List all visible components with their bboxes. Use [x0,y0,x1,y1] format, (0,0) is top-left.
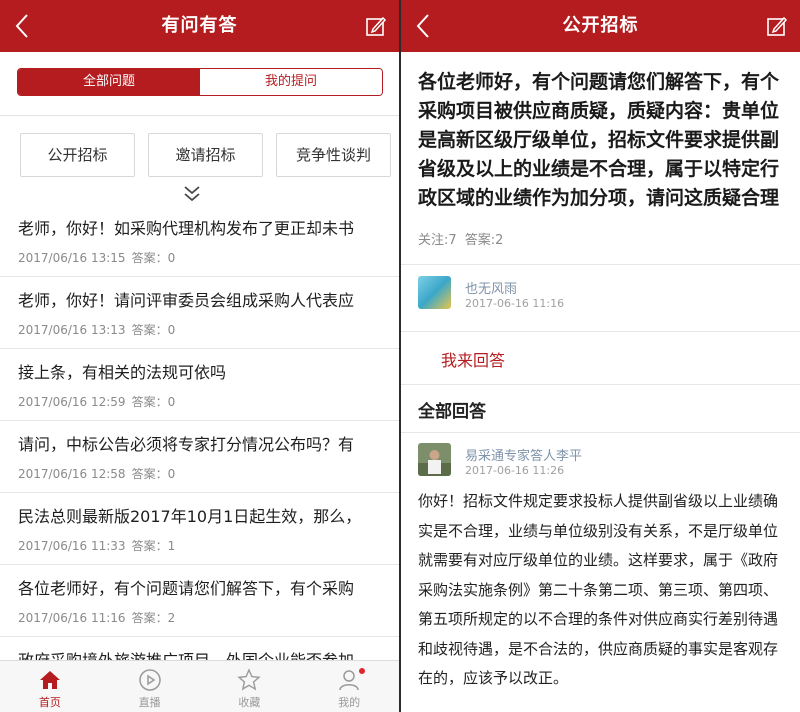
tab-label: 收藏 [238,696,261,709]
question-answers: 答案：0 [131,467,176,481]
question-answers: 答案：0 [131,251,176,265]
question-item[interactable]: 接上条，有相关的法规可依吗 2017/06/16 12:59 答案：0 [0,349,399,421]
question-title: 民法总则最新版2017年10月1日起生效，那么， [18,507,362,526]
tab-label: 我的 [338,696,361,709]
question-meta: 2017/06/16 13:15 答案：0 [18,249,399,266]
question-title: 各位老师好，有个问题请您们解答下，有个采购 [18,579,355,598]
answerer-date: 2017-06-16 11:26 [465,464,565,477]
expand-chevron-icon[interactable] [181,184,203,204]
tab-mine[interactable]: 我的 [299,661,399,712]
star-icon [237,668,262,691]
tab-live[interactable]: 直播 [100,661,200,712]
category-invited-tender-button[interactable]: 邀请招标 [148,133,263,177]
question-stats: 关注:7 答案:2 [418,229,507,248]
segment-bar: 全部问题 我的提问 [0,52,399,116]
question-answers: 答案：0 [131,395,176,409]
question-date: 2017/06/16 11:33 [18,539,126,553]
tab-my-questions[interactable]: 我的提问 [200,69,382,95]
compose-icon[interactable] [365,15,387,37]
follow-count: 关注:7 [418,233,457,248]
category-public-tender-button[interactable]: 公开招标 [20,133,135,177]
question-meta: 2017/06/16 12:59 答案：0 [18,393,399,410]
question-date: 2017/06/16 13:13 [18,323,126,337]
answerer-name[interactable]: 易采通专家答人李平 [465,445,582,464]
question-title: 老师，你好！请问评审委员会组成采购人代表应 [18,291,355,310]
question-item[interactable]: 请问，中标公告必须将专家打分情况公布吗？有 2017/06/16 12:58 答案… [0,421,399,493]
question-item[interactable]: 民法总则最新版2017年10月1日起生效，那么， 2017/06/16 11:3… [0,493,399,565]
question-date: 2017/06/16 12:59 [18,395,126,409]
notification-dot [359,668,366,674]
all-answers-heading: 全部回答 [418,402,486,422]
question-meta: 2017/06/16 11:33 答案：1 [18,537,399,554]
question-date: 2017/06/16 11:16 [18,611,126,625]
asker-name[interactable]: 也无风雨 [465,278,517,297]
answer-count: 答案:2 [464,233,504,248]
question-answers: 答案：1 [131,539,176,553]
answer-text: 你好！招标文件规定要求投标人提供副省级以上业绩确实是不合理，业绩与单位级别没有关… [418,492,779,687]
question-date: 2017/06/16 13:15 [18,251,126,265]
home-icon [39,671,60,689]
question-list: 老师，你好！如采购代理机构发布了更正却未书 2017/06/16 13:15 答案… [0,205,399,709]
page-title: 公开招标 [562,15,639,36]
divider [401,331,800,332]
question-answers: 答案：2 [131,611,176,625]
question-detail-screen: 公开招标 各位老师好，有个问题请您们解答下，有个采购项目被供应商质疑，质疑内容：… [401,0,800,712]
question-date: 2017/06/16 12:58 [18,467,126,481]
question-answers: 答案：0 [131,323,176,337]
category-buttons: 公开招标 邀请招标 竞争性谈判 [20,133,391,177]
play-icon [138,669,161,691]
question-title: 接上条，有相关的法规可依吗 [18,363,227,382]
avatar[interactable] [418,443,451,476]
asker-date: 2017-06-16 11:16 [465,297,565,310]
tab-favorites[interactable]: 收藏 [200,661,300,712]
page-title: 有问有答 [161,15,238,36]
question-title: 老师，你好！如采购代理机构发布了更正却未书 [18,219,355,238]
tab-label: 直播 [138,696,161,709]
question-meta: 2017/06/16 12:58 答案：0 [18,465,399,482]
question-item[interactable]: 老师，你好！请问评审委员会组成采购人代表应 2017/06/16 13:13 答案… [0,277,399,349]
tab-all-questions[interactable]: 全部问题 [18,69,200,95]
nav-bar: 公开招标 [401,0,800,52]
tab-label: 首页 [38,696,61,709]
divider [401,432,800,433]
nav-bar: 有问有答 [0,0,399,52]
bottom-tab-bar: 首页 直播 收藏 我的 [0,660,399,712]
question-title: 请问，中标公告必须将专家打分情况公布吗？有 [18,435,355,454]
category-competitive-negotiation-button[interactable]: 竞争性谈判 [276,133,391,177]
compose-icon[interactable] [766,15,788,37]
answer-button[interactable]: 我来回答 [441,347,505,371]
question-item[interactable]: 老师，你好！如采购代理机构发布了更正却未书 2017/06/16 13:15 答案… [0,205,399,277]
question-filter-segment: 全部问题 我的提问 [17,68,383,96]
question-meta: 2017/06/16 11:16 答案：2 [18,609,399,626]
question-item[interactable]: 各位老师好，有个问题请您们解答下，有个采购 2017/06/16 11:16 答案… [0,565,399,637]
questions-screen: 有问有答 全部问题 我的提问 公开招标 邀请招标 竞争性谈判 老师，你好！如采购… [0,0,399,712]
user-icon [339,670,359,691]
question-meta: 2017/06/16 13:13 答案：0 [18,321,399,338]
avatar[interactable] [418,276,451,309]
question-text: 各位老师好，有个问题请您们解答下，有个采购项目被供应商质疑，质疑内容：贵单位是高… [418,71,780,209]
divider [401,264,800,265]
tab-home[interactable]: 首页 [0,661,100,712]
divider [401,384,800,385]
